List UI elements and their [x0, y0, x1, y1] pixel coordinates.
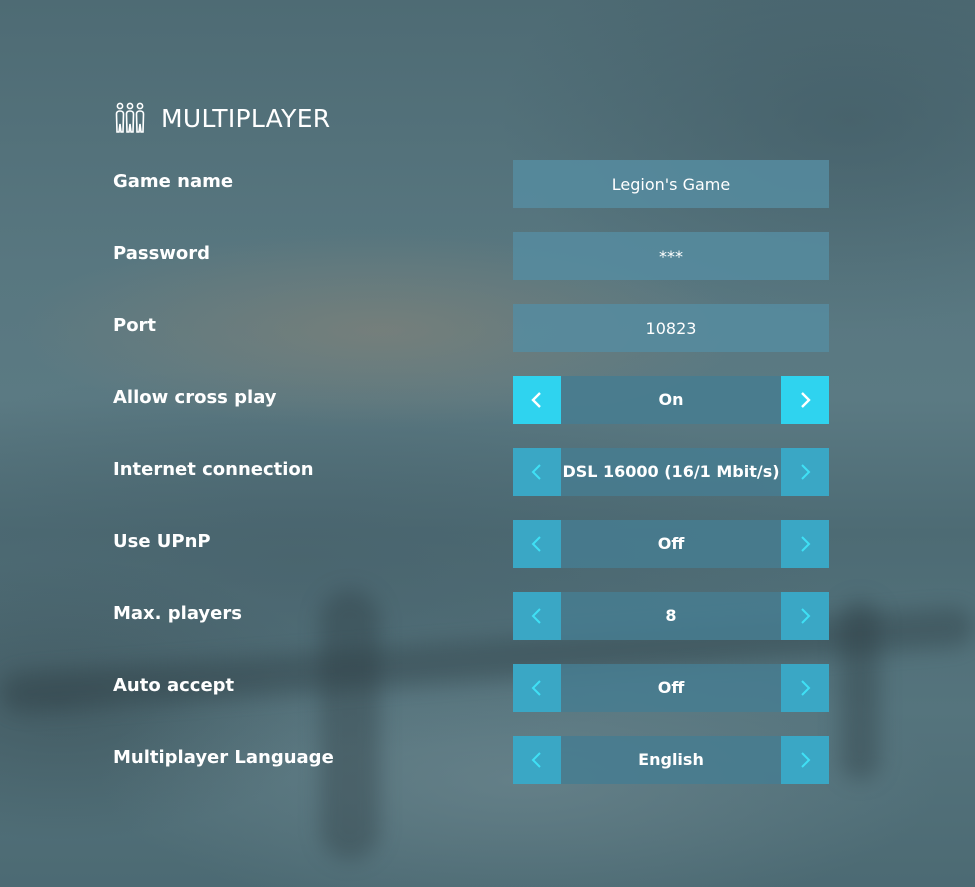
next-option-button[interactable] [781, 592, 829, 640]
previous-option-button[interactable] [513, 664, 561, 712]
next-option-button[interactable] [781, 448, 829, 496]
selector-value: 8 [561, 592, 781, 640]
game-name-field[interactable]: Legion's Game [513, 160, 829, 208]
page-title: MULTIPLAYER [161, 103, 331, 133]
players-group-icon [115, 102, 145, 134]
setting-row-upnp: Use UPnP Off [113, 520, 829, 568]
previous-option-button[interactable] [513, 376, 561, 424]
setting-row-internet-connection: Internet connection DSL 16000 (16/1 Mbit… [113, 448, 829, 496]
setting-row-multiplayer-language: Multiplayer Language English [113, 736, 829, 784]
next-option-button[interactable] [781, 376, 829, 424]
auto-accept-selector: Off [513, 664, 829, 712]
setting-row-password: Password *** [113, 232, 829, 280]
selector-value: DSL 16000 (16/1 Mbit/s) [561, 448, 781, 496]
cross-play-selector: On [513, 376, 829, 424]
upnp-selector: Off [513, 520, 829, 568]
chevron-right-icon [801, 752, 811, 768]
chevron-left-icon [531, 608, 541, 624]
selector-value: Off [561, 664, 781, 712]
chevron-right-icon [801, 464, 811, 480]
chevron-right-icon [801, 392, 811, 408]
multiplayer-settings-panel: MULTIPLAYER Game name Legion's Game Pass… [0, 0, 975, 887]
previous-option-button[interactable] [513, 736, 561, 784]
previous-option-button[interactable] [513, 448, 561, 496]
previous-option-button[interactable] [513, 520, 561, 568]
next-option-button[interactable] [781, 664, 829, 712]
chevron-left-icon [531, 392, 541, 408]
setting-label: Auto accept [113, 675, 235, 696]
multiplayer-language-selector: English [513, 736, 829, 784]
selector-value: Off [561, 520, 781, 568]
setting-label: Use UPnP [113, 531, 211, 552]
setting-label: Password [113, 243, 211, 264]
setting-label: Internet connection [113, 459, 314, 480]
setting-label: Game name [113, 171, 234, 192]
setting-row-max-players: Max. players 8 [113, 592, 829, 640]
chevron-left-icon [531, 752, 541, 768]
selector-value: English [561, 736, 781, 784]
selector-value: On [561, 376, 781, 424]
section-header: MULTIPLAYER [115, 100, 330, 136]
setting-row-auto-accept: Auto accept Off [113, 664, 829, 712]
chevron-right-icon [801, 608, 811, 624]
chevron-left-icon [531, 680, 541, 696]
setting-label: Max. players [113, 603, 242, 624]
setting-row-cross-play: Allow cross play On [113, 376, 829, 424]
setting-row-port: Port 10823 [113, 304, 829, 352]
internet-connection-selector: DSL 16000 (16/1 Mbit/s) [513, 448, 829, 496]
password-field[interactable]: *** [513, 232, 829, 280]
chevron-left-icon [531, 464, 541, 480]
port-field[interactable]: 10823 [513, 304, 829, 352]
previous-option-button[interactable] [513, 592, 561, 640]
setting-label: Multiplayer Language [113, 747, 334, 768]
chevron-right-icon [801, 536, 811, 552]
setting-row-game-name: Game name Legion's Game [113, 160, 829, 208]
next-option-button[interactable] [781, 520, 829, 568]
next-option-button[interactable] [781, 736, 829, 784]
max-players-selector: 8 [513, 592, 829, 640]
chevron-right-icon [801, 680, 811, 696]
chevron-left-icon [531, 536, 541, 552]
setting-label: Port [113, 315, 157, 336]
setting-label: Allow cross play [113, 387, 277, 408]
